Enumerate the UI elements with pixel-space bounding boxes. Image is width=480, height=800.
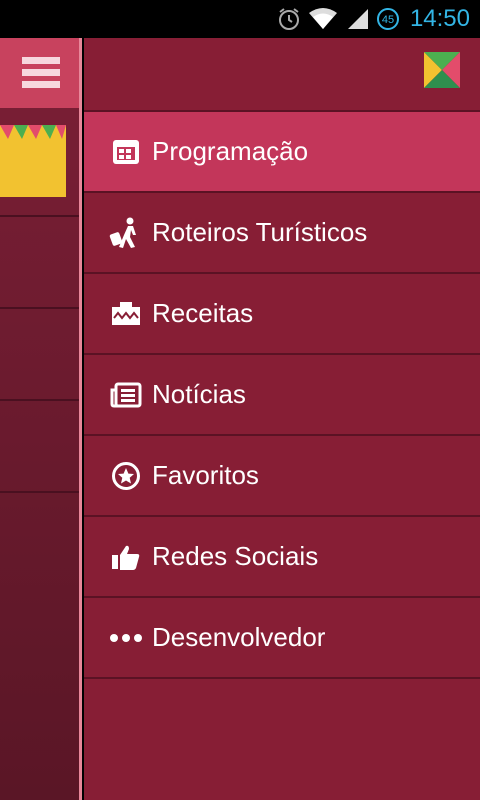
app-logo [424, 52, 460, 88]
festa-thumbnail[interactable] [0, 125, 66, 197]
menu-item-redes-sociais[interactable]: Redes Sociais [84, 517, 480, 598]
star-circle-icon [104, 461, 148, 491]
menu-item-receitas[interactable]: Receitas [84, 274, 480, 355]
status-bar: 45 14:50 [0, 0, 480, 38]
signal-icon [344, 7, 370, 31]
menu-item-label: Favoritos [152, 460, 259, 490]
traveler-icon [104, 217, 148, 249]
recipe-box-icon [104, 300, 148, 328]
menu-item-label: Redes Sociais [152, 541, 319, 571]
menu-item-programacao[interactable]: Programação [84, 112, 480, 193]
hamburger-icon [22, 57, 60, 88]
menu-item-label: Receitas [152, 298, 254, 328]
wifi-icon [308, 7, 338, 31]
drawer-header [84, 38, 480, 112]
menu-item-label: Notícias [152, 379, 246, 409]
menu-item-desenvolvedor[interactable]: Desenvolvedor [84, 598, 480, 679]
newspaper-icon [104, 382, 148, 408]
more-dots-icon [104, 633, 148, 643]
menu-item-roteiros[interactable]: Roteiros Turísticos [84, 193, 480, 274]
clock: 14:50 [409, 5, 470, 32]
navigation-drawer: Programação Roteiros Turísticos Receitas… [84, 38, 480, 800]
menu-item-label: Programação [152, 136, 309, 166]
alarm-icon [276, 6, 302, 32]
notification-badge: 45 [376, 7, 400, 31]
hamburger-menu-button[interactable] [0, 38, 82, 108]
background-content-panel [0, 38, 82, 800]
menu-item-noticias[interactable]: Notícias [84, 355, 480, 436]
menu-item-favoritos[interactable]: Favoritos [84, 436, 480, 517]
menu-item-label: Roteiros Turísticos [152, 217, 368, 247]
thumbs-up-icon [104, 543, 148, 571]
svg-text:45: 45 [382, 14, 394, 26]
menu-item-label: Desenvolvedor [152, 622, 326, 652]
calendar-icon [104, 138, 148, 166]
